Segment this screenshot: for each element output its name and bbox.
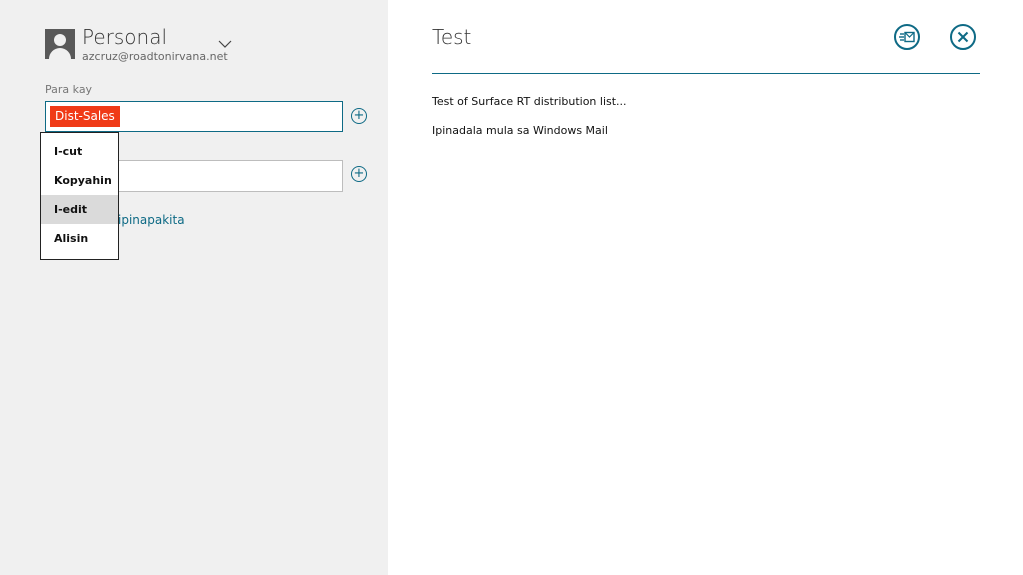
show-more-link[interactable]: ipinapakita (118, 213, 185, 227)
message-signature[interactable]: Ipinadala mula sa Windows Mail (432, 124, 608, 137)
menu-item-cut[interactable]: I-cut (41, 137, 118, 166)
send-button[interactable] (894, 24, 920, 50)
recipient-chip[interactable]: Dist-Sales (50, 106, 120, 127)
account-name[interactable]: Personal (82, 25, 167, 49)
add-recipient-cc-icon[interactable]: + (351, 166, 367, 182)
avatar-body-shape (49, 48, 71, 59)
chevron-down-icon[interactable] (218, 34, 232, 48)
to-label: Para kay (45, 83, 93, 96)
message-subject[interactable]: Test (432, 24, 471, 50)
subject-divider (432, 73, 980, 74)
add-recipient-to-icon[interactable]: + (351, 108, 367, 124)
close-button[interactable] (950, 24, 976, 50)
menu-item-remove[interactable]: Alisin (41, 224, 118, 253)
message-pane (388, 0, 1023, 575)
menu-item-edit[interactable]: I-edit (41, 195, 118, 224)
to-field[interactable]: Dist-Sales (45, 101, 343, 132)
close-icon (957, 31, 969, 43)
menu-item-copy[interactable]: Kopyahin (41, 166, 118, 195)
context-menu: I-cut Kopyahin I-edit Alisin (40, 132, 119, 260)
account-email: azcruz@roadtonirvana.net (82, 50, 228, 63)
avatar-head-shape (54, 34, 66, 46)
message-body-line[interactable]: Test of Surface RT distribution list... (432, 95, 627, 108)
send-mail-icon (899, 31, 915, 43)
avatar (45, 29, 75, 59)
